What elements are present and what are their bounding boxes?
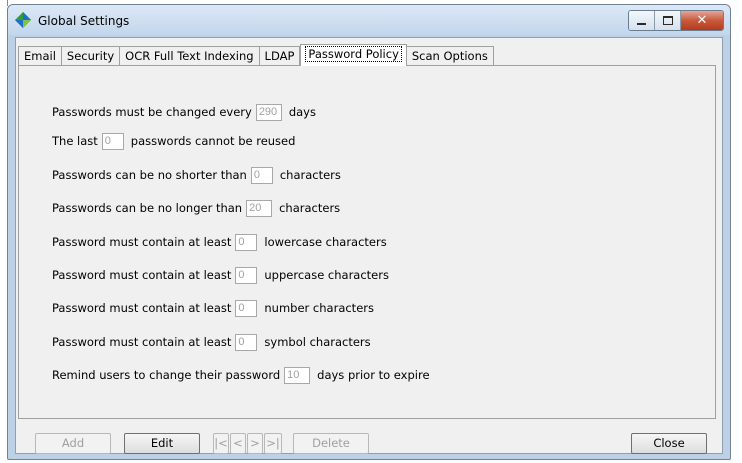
tab-label: Scan Options <box>411 49 488 63</box>
number-count-field[interactable]: 0 <box>235 299 258 317</box>
tab-ldap[interactable]: LDAP <box>259 46 301 66</box>
global-settings-window: Global Settings ✕ Email Security OCR Ful… <box>7 4 731 460</box>
remind-days-field[interactable]: 10 <box>284 366 311 384</box>
label: Password must contain at least <box>52 335 232 349</box>
policy-row-change-every: Passwords must be changed every 290 days <box>52 103 316 121</box>
label: Passwords must be changed every <box>52 105 252 119</box>
policy-row-lowercase: Password must contain at least 0 lowerca… <box>52 233 387 251</box>
password-history-field[interactable]: 0 <box>101 132 124 150</box>
close-button[interactable]: Close <box>631 433 707 454</box>
maximize-button[interactable] <box>655 11 681 30</box>
tab-label: Password Policy <box>305 46 402 62</box>
edit-button[interactable]: Edit <box>124 433 200 454</box>
label: days prior to expire <box>317 368 430 382</box>
uppercase-count-field[interactable]: 0 <box>235 266 258 284</box>
minimize-button[interactable] <box>629 11 655 30</box>
password-change-days-field[interactable]: 290 <box>255 103 282 121</box>
maximize-icon <box>655 11 680 30</box>
tab-label: OCR Full Text Indexing <box>125 49 254 63</box>
symbol-count-field[interactable]: 0 <box>235 333 258 351</box>
policy-row-symbols: Password must contain at least 0 symbol … <box>52 333 371 351</box>
next-record-button[interactable]: > <box>247 433 263 454</box>
dialog-client-area: Email Security OCR Full Text Indexing LD… <box>15 37 723 454</box>
tab-label: Email <box>24 49 56 63</box>
add-button[interactable]: Add <box>35 433 111 454</box>
policy-row-remind: Remind users to change their password 10… <box>52 366 430 384</box>
settings-tab-strip: Email Security OCR Full Text Indexing LD… <box>18 44 494 66</box>
tab-security[interactable]: Security <box>61 46 121 66</box>
label: number characters <box>264 301 374 315</box>
tab-label: Security <box>66 49 115 63</box>
policy-row-max-length: Passwords can be no longer than 20 chara… <box>52 199 340 217</box>
caption-buttons: ✕ <box>628 10 724 31</box>
label: Remind users to change their password <box>52 368 281 382</box>
last-record-button[interactable]: >| <box>264 433 282 454</box>
label: The last <box>52 134 98 148</box>
label: Password must contain at least <box>52 301 232 315</box>
tab-ocr-full-text-indexing[interactable]: OCR Full Text Indexing <box>120 46 260 66</box>
close-icon: ✕ <box>696 13 708 28</box>
tab-password-policy[interactable]: Password Policy <box>300 44 407 66</box>
label: days <box>288 105 316 119</box>
policy-row-last-n: The last 0 passwords cannot be reused <box>52 132 295 150</box>
min-length-field[interactable]: 0 <box>250 166 273 184</box>
policy-row-numbers: Password must contain at least 0 number … <box>52 299 374 317</box>
label: uppercase characters <box>264 268 389 282</box>
tab-label: LDAP <box>264 49 295 63</box>
label: Password must contain at least <box>52 268 232 282</box>
diamond-app-icon <box>15 12 31 28</box>
password-policy-panel: Passwords must be changed every 290 days… <box>18 65 716 419</box>
tab-scan-options[interactable]: Scan Options <box>406 46 494 66</box>
policy-row-min-length: Passwords can be no shorter than 0 chara… <box>52 166 341 184</box>
previous-record-button[interactable]: < <box>230 433 246 454</box>
minimize-icon <box>629 11 654 30</box>
label: characters <box>279 168 341 182</box>
label: characters <box>279 201 341 215</box>
title-bar[interactable]: Global Settings ✕ <box>8 5 730 35</box>
max-length-field[interactable]: 20 <box>246 199 273 217</box>
label: Passwords can be no longer than <box>52 201 243 215</box>
label: Password must contain at least <box>52 235 232 249</box>
label: symbol characters <box>264 335 371 349</box>
first-record-button[interactable]: |< <box>213 433 229 454</box>
label: lowercase characters <box>264 235 387 249</box>
label: passwords cannot be reused <box>130 134 296 148</box>
label: Passwords can be no shorter than <box>52 168 247 182</box>
delete-button[interactable]: Delete <box>293 433 369 454</box>
window-title: Global Settings <box>38 14 130 28</box>
close-window-button[interactable]: ✕ <box>681 11 723 30</box>
tab-email[interactable]: Email <box>18 46 62 66</box>
policy-row-uppercase: Password must contain at least 0 upperca… <box>52 266 389 284</box>
lowercase-count-field[interactable]: 0 <box>235 233 258 251</box>
